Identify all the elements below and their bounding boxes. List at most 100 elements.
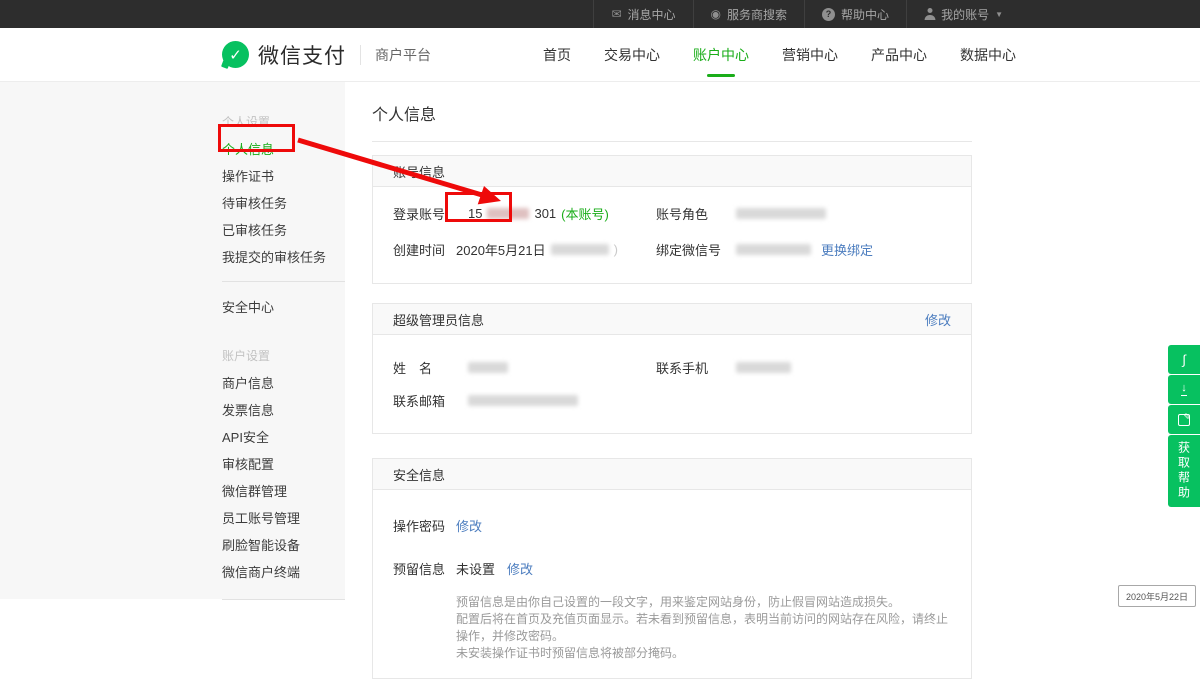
current-account-tag: (本账号) (561, 204, 609, 223)
login-account-label: 登录账号 (393, 204, 456, 223)
header: ✓ 微信支付 商户平台 首页 交易中心 账户中心 营销中心 产品中心 数据中心 (0, 28, 1200, 82)
bound-wechat-label: 绑定微信号 (656, 240, 736, 259)
super-admin-card: 超级管理员信息 修改 姓 名 联系手机 联系邮箱 (372, 303, 972, 434)
nav-data-center[interactable]: 数据中心 (960, 45, 1016, 65)
sidebar-item-operation-certificate[interactable]: 操作证书 (222, 162, 345, 189)
sidebar-item-pending-review-tasks[interactable]: 待审核任务 (222, 189, 345, 216)
nav-marketing-center[interactable]: 营销中心 (782, 45, 838, 65)
change-binding-link[interactable]: 更换绑定 (821, 240, 873, 259)
account-role-label: 账号角色 (656, 204, 736, 223)
sidebar-item-personal-info[interactable]: 个人信息 (222, 135, 345, 162)
login-account-value: 15 301 (本账号) (456, 204, 656, 223)
card-title: 安全信息 (393, 465, 445, 484)
admin-name-label: 姓 名 (393, 358, 456, 377)
nav-transaction-center[interactable]: 交易中心 (604, 45, 660, 65)
topbar-item-label: 帮助中心 (841, 6, 889, 23)
get-help-button[interactable]: 获取帮助 (1168, 435, 1200, 507)
question-icon: ? (822, 8, 835, 21)
admin-phone-value (736, 362, 791, 373)
sidebar-item-wechat-merchant-terminal[interactable]: 微信商户终端 (222, 558, 345, 585)
account-role-value (736, 208, 826, 219)
sidebar-item-staff-account-mgmt[interactable]: 员工账号管理 (222, 504, 345, 531)
security-info-card-body: 操作密码 修改 预留信息 未设置 修改 预留信息是由你自己设置的一段文字，用来鉴… (373, 490, 971, 678)
account-info-card-header: 账号信息 (373, 156, 971, 187)
portal-label: 商户平台 (375, 45, 431, 65)
topbar: ✉ 消息中心 ◉ 服务商搜索 ? 帮助中心 我的账号 ▼ (0, 0, 1200, 28)
reserve-info-notes: 预留信息是由你自己设置的一段文字，用来鉴定网站身份，防止假冒网站造成损失。 配置… (456, 594, 951, 662)
reserve-info-label: 预留信息 (393, 559, 456, 578)
security-info-card-header: 安全信息 (373, 459, 971, 490)
reserve-info-row: 预留信息 未设置 修改 (393, 547, 951, 590)
topbar-item-label: 我的账号 (941, 6, 989, 23)
account-info-card-body: 登录账号 15 301 (本账号) 账号角色 创建时间 2020年 (373, 187, 971, 283)
sidebar-divider (222, 599, 345, 600)
operation-password-row: 操作密码 修改 (393, 504, 951, 547)
topbar-item-provider-search[interactable]: ◉ 服务商搜索 (694, 0, 806, 28)
sidebar-item-reviewed-tasks[interactable]: 已审核任务 (222, 216, 345, 243)
admin-phone-label: 联系手机 (656, 358, 736, 377)
sidebar-item-wechat-group-mgmt[interactable]: 微信群管理 (222, 477, 345, 504)
floating-help-widget: ∫ ↓ 获取帮助 (1168, 345, 1200, 507)
search-icon: ◉ (711, 8, 721, 20)
topbar-item-label: 消息中心 (628, 6, 676, 23)
mail-icon: ✉ (611, 8, 621, 20)
sidebar-item-invoice-info[interactable]: 发票信息 (222, 396, 345, 423)
admin-name-row: 姓 名 联系手机 (393, 351, 951, 384)
sidebar-item-api-security[interactable]: API安全 (222, 423, 345, 450)
created-date: 2020年5月21日 (456, 240, 546, 259)
download-icon: ↓ (1181, 383, 1187, 396)
security-info-card: 安全信息 操作密码 修改 预留信息 未设置 修改 预留信息是由你自己设置的一段文… (372, 458, 972, 679)
sidebar-divider (222, 281, 345, 282)
topbar-item-my-account[interactable]: 我的账号 ▼ (907, 0, 1020, 28)
created-time-label: 创建时间 (393, 240, 456, 259)
note-line: 预留信息是由你自己设置的一段文字，用来鉴定网站身份，防止假冒网站造成损失。 (456, 594, 951, 611)
super-admin-card-body: 姓 名 联系手机 联系邮箱 (373, 335, 971, 433)
note-line: 配置后将在首页及充值页面显示。若未看到预留信息，表明当前访问的网站存在风险，请终… (456, 611, 951, 645)
bound-wechat-value: 更换绑定 (736, 240, 873, 259)
page-title: 个人信息 (372, 101, 1200, 125)
wechat-pay-logo-icon[interactable]: ✓ (222, 41, 249, 68)
super-admin-card-header: 超级管理员信息 修改 (373, 304, 971, 335)
modify-password-link[interactable]: 修改 (456, 516, 482, 535)
sidebar-item-my-submitted-tasks[interactable]: 我提交的审核任务 (222, 243, 345, 270)
admin-name-value (456, 362, 656, 373)
nav-product-center[interactable]: 产品中心 (871, 45, 927, 65)
title-divider (372, 141, 972, 142)
nav-home[interactable]: 首页 (543, 45, 571, 65)
brand-title: 微信支付 (258, 40, 346, 70)
download-button[interactable]: ↓ (1168, 375, 1200, 404)
check-icon: ✓ (229, 46, 242, 64)
login-account-suffix: 301 (534, 206, 556, 221)
sidebar-item-security-center[interactable]: 安全中心 (222, 293, 345, 320)
page-body: 个人设置 个人信息 操作证书 待审核任务 已审核任务 我提交的审核任务 安全中心… (0, 82, 1200, 599)
share-button[interactable]: ∫ (1168, 345, 1200, 374)
main-nav: 首页 交易中心 账户中心 营销中心 产品中心 数据中心 (543, 45, 1016, 65)
topbar-item-help-center[interactable]: ? 帮助中心 (805, 0, 907, 28)
sidebar-item-face-smart-device[interactable]: 刷脸智能设备 (222, 531, 345, 558)
sidebar-item-merchant-info[interactable]: 商户信息 (222, 369, 345, 396)
redacted-value (736, 362, 791, 373)
sidebar-item-review-config[interactable]: 审核配置 (222, 450, 345, 477)
chevron-down-icon: ▼ (995, 10, 1003, 19)
redacted-value (487, 208, 529, 219)
redacted-value (468, 395, 578, 406)
card-title: 超级管理员信息 (393, 310, 484, 329)
note-line: 未安装操作证书时预留信息将被部分掩码。 (456, 645, 951, 662)
paren-char: ) (614, 242, 618, 257)
modify-reserve-link[interactable]: 修改 (507, 559, 533, 578)
sidebar-group-personal-settings: 个人设置 (222, 108, 345, 135)
admin-email-value (456, 395, 656, 406)
share-icon: ∫ (1182, 353, 1186, 366)
login-account-prefix: 15 (468, 206, 482, 221)
sidebar: 个人设置 个人信息 操作证书 待审核任务 已审核任务 我提交的审核任务 安全中心… (0, 82, 345, 599)
feedback-button[interactable] (1168, 405, 1200, 434)
admin-email-label: 联系邮箱 (393, 391, 456, 410)
redacted-value (736, 208, 826, 219)
reserve-info-value: 未设置 (456, 559, 495, 578)
modify-admin-link[interactable]: 修改 (925, 310, 951, 329)
admin-email-row: 联系邮箱 (393, 384, 951, 417)
header-divider (360, 45, 361, 65)
main-content: 个人信息 账号信息 登录账号 15 301 (本账号) 账号角色 (345, 82, 1200, 599)
topbar-item-message-center[interactable]: ✉ 消息中心 (593, 0, 693, 28)
nav-account-center[interactable]: 账户中心 (693, 45, 749, 65)
